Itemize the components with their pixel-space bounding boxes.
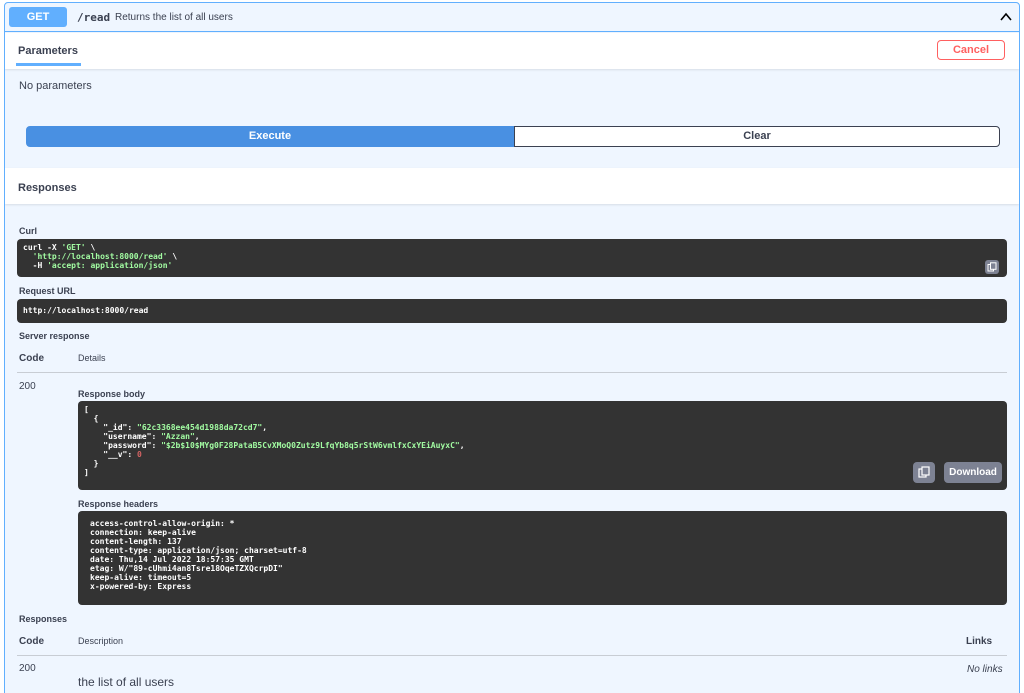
operation-summary[interactable]: GET /read Returns the list of all users [5, 3, 1019, 32]
response-code: 200 [19, 381, 36, 392]
header-line: etag: W/"89-cUhmi4an8Tsre18OqeTZXQcrpDI" [90, 564, 283, 573]
request-url-label: Request URL [19, 286, 76, 296]
divider [17, 655, 1007, 656]
operation-block: GET /read Returns the list of all users … [4, 2, 1020, 693]
server-details-header: Details [78, 353, 106, 363]
header-line: access-control-allow-origin: * [90, 519, 235, 528]
execute-button[interactable]: Execute [26, 126, 514, 147]
curl-line: curl -X 'GET' \ [23, 243, 96, 252]
responses-links-header: Links [966, 636, 993, 647]
response-headers-label: Response headers [78, 499, 159, 509]
curl-code-block: curl -X 'GET' \ 'http://localhost:8000/r… [17, 239, 1007, 277]
response-body-label: Response body [78, 389, 146, 399]
header-line: date: Thu,14 Jul 2022 18:57:35 GMT [90, 555, 254, 564]
responses-label: Responses [19, 614, 68, 624]
table-row-description: the list of all users [78, 675, 175, 689]
divider [17, 372, 1007, 373]
request-url-value: http://localhost:8000/read [17, 299, 1007, 323]
tab-parameters[interactable]: Parameters [18, 45, 78, 57]
header-line: connection: keep-alive [90, 528, 196, 537]
table-row-code: 200 [19, 663, 36, 674]
cancel-button[interactable]: Cancel [937, 40, 1005, 60]
header-line: content-type: application/json; charset=… [90, 546, 307, 555]
parameters-header: Parameters Cancel [5, 33, 1019, 69]
copy-icon[interactable] [985, 260, 999, 274]
header-line: x-powered-by: Express [90, 582, 192, 591]
curl-line: -H 'accept: application/json' [23, 261, 173, 270]
header-line: keep-alive: timeout=5 [90, 573, 192, 582]
table-row-links: No links [967, 664, 1003, 675]
copy-icon[interactable] [913, 462, 935, 483]
responses-description-header: Description [78, 636, 124, 646]
response-body-code: [ { "_id": "62c3368ee454d1988da72cd7", "… [78, 401, 1007, 490]
responses-code-header: Code [19, 636, 44, 647]
method-badge: GET [9, 7, 67, 27]
clear-button[interactable]: Clear [514, 126, 1000, 147]
responses-header: Responses [5, 168, 1019, 204]
download-button[interactable]: Download [944, 462, 1002, 483]
server-code-header: Code [19, 353, 44, 364]
server-response-label: Server response [19, 331, 90, 341]
tab-active-indicator [16, 63, 81, 66]
curl-line: 'http://localhost:8000/read' \ [32, 252, 178, 261]
curl-label: Curl [19, 226, 37, 236]
response-headers-code: access-control-allow-origin: * connectio… [78, 511, 1007, 605]
operation-path: /read [77, 11, 111, 24]
operation-summary-text: Returns the list of all users [115, 12, 233, 23]
no-parameters-text: No parameters [19, 80, 92, 92]
chevron-up-icon[interactable] [999, 10, 1013, 24]
header-line: content-length: 137 [90, 537, 182, 546]
responses-title: Responses [18, 182, 77, 194]
